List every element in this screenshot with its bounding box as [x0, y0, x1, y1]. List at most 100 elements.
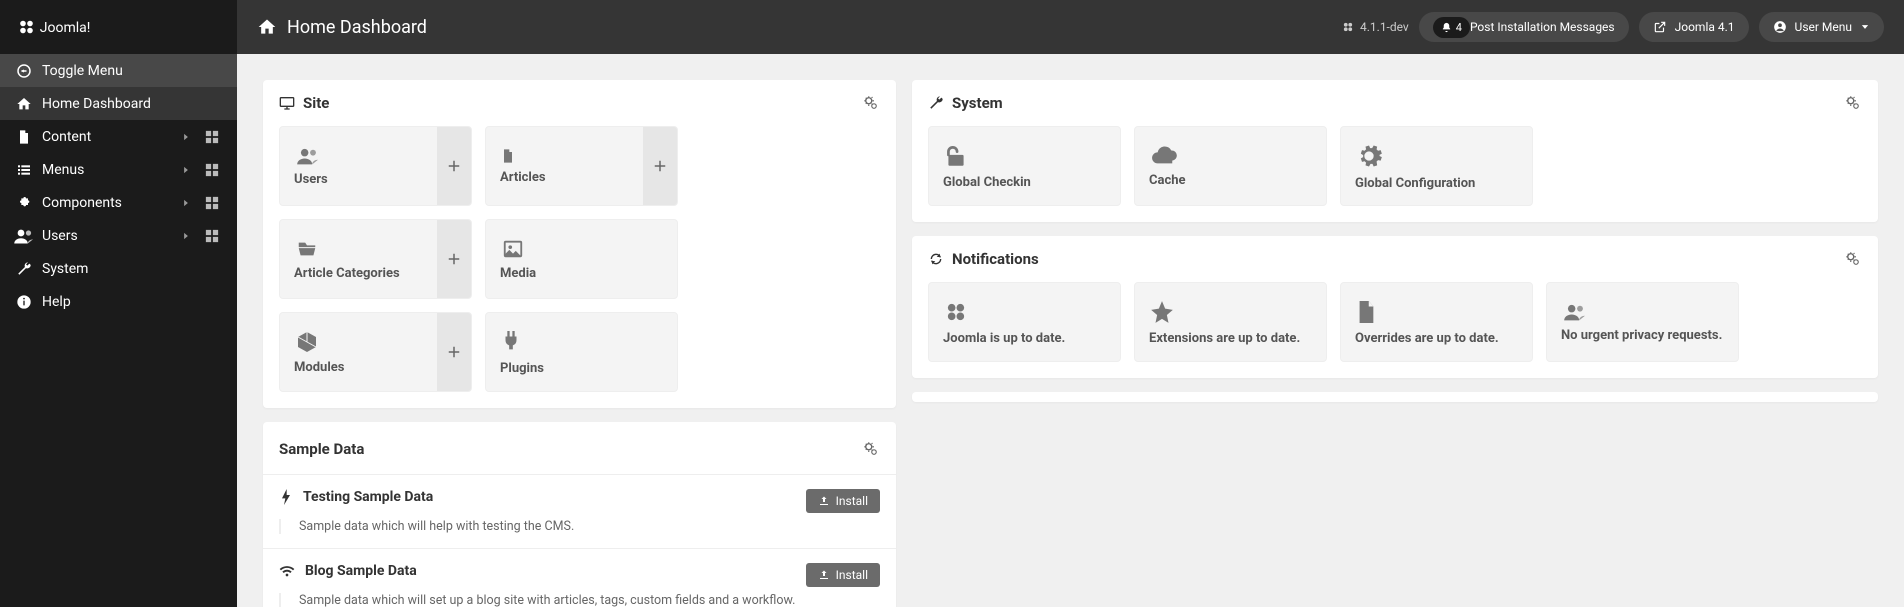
add-button[interactable]	[643, 127, 677, 205]
tile-link[interactable]: Cache	[1135, 127, 1326, 205]
sidebar-item-label: System	[42, 261, 225, 277]
tile-cache: Cache	[1134, 126, 1327, 206]
tile-link[interactable]: No urgent privacy requests.	[1547, 283, 1738, 361]
sidebar-item-system[interactable]: System	[0, 252, 237, 285]
tile-link[interactable]: Plugins	[486, 313, 677, 391]
notifications-panel-title: Notifications	[952, 250, 1039, 268]
chevron-down-icon	[1860, 22, 1870, 32]
tile-link[interactable]: Articles	[486, 127, 643, 205]
sidebar-item-components[interactable]: Components	[0, 186, 237, 219]
tile-label: Media	[500, 266, 663, 281]
tile-extensions-are-up-to-date-: Extensions are up to date.	[1134, 282, 1327, 362]
sidebar: Joomla! Toggle Menu Home Dashboard Conten…	[0, 0, 237, 607]
post-install-button[interactable]: 4 Post Installation Messages	[1419, 12, 1629, 42]
page-title: Home Dashboard	[257, 17, 427, 38]
cube-icon	[294, 330, 423, 354]
users-icon	[294, 146, 423, 166]
install-label: Install	[836, 494, 868, 508]
wifi-icon	[279, 564, 295, 578]
tile-link[interactable]: Global Configuration	[1341, 127, 1532, 205]
tile-label: Cache	[1149, 173, 1312, 188]
tile-label: Extensions are up to date.	[1149, 331, 1312, 346]
gear-icon	[1355, 142, 1518, 170]
toggle-menu-label: Toggle Menu	[42, 63, 225, 79]
tile-joomla-is-up-to-date-: Joomla is up to date.	[928, 282, 1121, 362]
tile-link[interactable]: Global Checkin	[929, 127, 1120, 205]
add-button[interactable]	[437, 127, 471, 205]
gear-icon[interactable]	[862, 440, 880, 458]
tile-plugins: Plugins	[485, 312, 678, 392]
sidebar-item-label: Components	[42, 195, 181, 211]
plug-icon	[500, 329, 663, 355]
joomla-icon	[1342, 21, 1354, 33]
list-icon	[12, 162, 36, 178]
external-link-label: Joomla 4.1	[1675, 20, 1735, 34]
install-button[interactable]: Install	[806, 563, 880, 587]
tile-link[interactable]: Modules	[280, 313, 437, 391]
grid-icon[interactable]	[205, 229, 225, 243]
tile-label: Article Categories	[294, 266, 423, 281]
grid-icon[interactable]	[205, 130, 225, 144]
sidebar-item-users[interactable]: Users	[0, 219, 237, 252]
header-bar: Home Dashboard 4.1.1-dev 4 Post Installa…	[237, 0, 1904, 54]
sidebar-item-help[interactable]: Help	[0, 285, 237, 318]
tile-link[interactable]: Extensions are up to date.	[1135, 283, 1326, 361]
install-button[interactable]: Install	[806, 489, 880, 513]
external-link-icon	[1653, 20, 1667, 34]
brand-logo[interactable]: Joomla!	[0, 0, 237, 54]
gear-icon[interactable]	[1844, 250, 1862, 268]
sidebar-item-label: Content	[42, 129, 181, 145]
notifications-panel: Notifications Joomla is up to date. Exten…	[912, 236, 1878, 378]
tile-overrides-are-up-to-date-: Overrides are up to date.	[1340, 282, 1533, 362]
tile-link[interactable]: Media	[486, 220, 677, 298]
tile-no-urgent-privacy-requests-: No urgent privacy requests.	[1546, 282, 1739, 362]
image-icon	[500, 238, 663, 260]
toggle-menu-button[interactable]: Toggle Menu	[0, 54, 237, 87]
user-menu-button[interactable]: User Menu	[1759, 12, 1884, 42]
sampledata-panel: Sample Data Testing Sample DataInstallSa…	[263, 422, 896, 607]
chevron-right-icon	[181, 198, 201, 208]
users-icon	[12, 226, 36, 246]
sidebar-item-label: Users	[42, 228, 181, 244]
system-panel-title: System	[952, 94, 1003, 112]
tile-link[interactable]: Users	[280, 127, 437, 205]
tile-articles: Articles	[485, 126, 678, 206]
tile-label: Joomla is up to date.	[943, 331, 1106, 346]
page-title-text: Home Dashboard	[287, 17, 427, 38]
file-icon	[500, 148, 629, 164]
unlock-icon	[943, 143, 1106, 169]
sidebar-item-content[interactable]: Content	[0, 120, 237, 153]
add-button[interactable]	[437, 313, 471, 391]
grid-icon[interactable]	[205, 163, 225, 177]
desktop-icon	[279, 95, 295, 111]
bolt-icon	[279, 489, 293, 505]
add-button[interactable]	[437, 220, 471, 298]
sampledata-row: Blog Sample DataInstallSample data which…	[263, 548, 896, 607]
sampledata-title: Sample Data	[279, 440, 364, 458]
sidebar-item-home-dashboard[interactable]: Home Dashboard	[0, 87, 237, 120]
gear-icon[interactable]	[1844, 94, 1862, 112]
install-label: Install	[836, 568, 868, 582]
sampledata-row: Testing Sample DataInstallSample data wh…	[263, 474, 896, 548]
grid-icon[interactable]	[205, 196, 225, 210]
puzzle-icon	[12, 195, 36, 211]
main-content: Site UsersArticlesArticle CategoriesMedi…	[237, 54, 1904, 607]
wrench-icon	[928, 95, 944, 111]
refresh-icon	[928, 251, 944, 267]
chevron-right-icon	[181, 231, 201, 241]
tile-users: Users	[279, 126, 472, 206]
tile-label: Modules	[294, 360, 423, 375]
tile-link[interactable]: Overrides are up to date.	[1341, 283, 1532, 361]
panel-peek	[912, 392, 1878, 402]
folder-icon	[294, 238, 423, 260]
external-link-button[interactable]: Joomla 4.1	[1639, 12, 1749, 42]
tile-link[interactable]: Article Categories	[280, 220, 437, 298]
tile-label: Global Checkin	[943, 175, 1106, 190]
tile-link[interactable]: Joomla is up to date.	[929, 283, 1120, 361]
sampledata-desc: Sample data which will help with testing…	[279, 519, 880, 534]
sidebar-item-label: Help	[42, 294, 225, 310]
gear-icon[interactable]	[862, 94, 880, 112]
users-icon	[1561, 302, 1724, 322]
sidebar-item-menus[interactable]: Menus	[0, 153, 237, 186]
chevron-right-icon	[181, 165, 201, 175]
